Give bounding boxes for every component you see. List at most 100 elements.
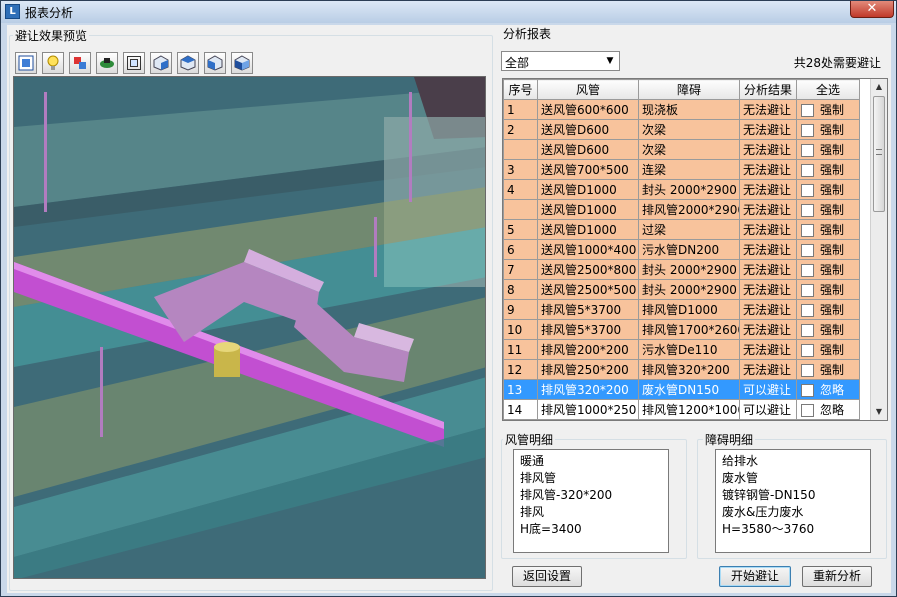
result-cell[interactable]: 可以避让 bbox=[739, 399, 797, 420]
duct-cell[interactable]: 排风管5*3700 bbox=[537, 299, 639, 320]
table-row[interactable]: 14 排风管1000*250 排风管1200*1000 可以避让 忽略 bbox=[503, 399, 860, 420]
duct-cell[interactable]: 送风管D600 bbox=[537, 139, 639, 160]
filter-dropdown[interactable]: 全部 ▼ bbox=[501, 51, 620, 71]
table-row[interactable]: 送风管D600 次梁 无法避让 强制 bbox=[503, 139, 860, 160]
result-cell[interactable]: 无法避让 bbox=[739, 99, 797, 120]
table-row[interactable]: 9 排风管5*3700 排风管D1000 无法避让 强制 bbox=[503, 299, 860, 320]
scrollbar-thumb[interactable] bbox=[873, 96, 885, 212]
column-header-obstacle[interactable]: 障碍 bbox=[638, 79, 740, 100]
table-scrollbar[interactable]: ▲ ▼ bbox=[870, 79, 887, 420]
table-row[interactable]: 4 送风管D1000 封头 2000*2900 无法避让 强制 bbox=[503, 179, 860, 200]
paint-button[interactable] bbox=[69, 52, 91, 74]
result-cell[interactable]: 无法避让 bbox=[739, 319, 797, 340]
duct-cell[interactable]: 送风管2500*800 bbox=[537, 259, 639, 280]
row-checkbox[interactable] bbox=[801, 364, 814, 377]
obstacle-cell[interactable]: 次梁 bbox=[638, 139, 740, 160]
select-cell[interactable]: 强制 bbox=[796, 159, 860, 180]
result-cell[interactable]: 无法避让 bbox=[739, 219, 797, 240]
row-number-cell[interactable]: 12 bbox=[503, 359, 538, 380]
result-cell[interactable]: 无法避让 bbox=[739, 359, 797, 380]
obstacle-cell[interactable]: 排风管1700*2600 bbox=[638, 319, 740, 340]
result-cell[interactable]: 无法避让 bbox=[739, 299, 797, 320]
table-row[interactable]: 送风管D1000 排风管2000*2900 无法避让 强制 bbox=[503, 199, 860, 220]
row-number-cell[interactable]: 6 bbox=[503, 239, 538, 260]
obstacle-cell[interactable]: 封头 2000*2900 bbox=[638, 279, 740, 300]
row-checkbox[interactable] bbox=[801, 324, 814, 337]
row-checkbox[interactable] bbox=[801, 264, 814, 277]
select-cell[interactable]: 强制 bbox=[796, 99, 860, 120]
duct-cell[interactable]: 送风管D600 bbox=[537, 119, 639, 140]
row-number-cell[interactable]: 13 bbox=[503, 379, 538, 400]
obstacle-cell[interactable]: 污水管De110 bbox=[638, 339, 740, 360]
start-avoidance-button[interactable]: 开始避让 bbox=[719, 566, 791, 587]
select-cell[interactable]: 强制 bbox=[796, 259, 860, 280]
table-row[interactable]: 11 排风管200*200 污水管De110 无法避让 强制 bbox=[503, 339, 860, 360]
title-bar[interactable]: L 报表分析 ✕ bbox=[1, 1, 896, 23]
row-checkbox[interactable] bbox=[801, 404, 814, 417]
result-cell[interactable]: 可以避让 bbox=[739, 379, 797, 400]
row-number-cell[interactable]: 9 bbox=[503, 299, 538, 320]
select-cell[interactable]: 强制 bbox=[796, 219, 860, 240]
table-row[interactable]: 5 送风管D1000 过梁 无法避让 强制 bbox=[503, 219, 860, 240]
duct-cell[interactable]: 送风管600*600 bbox=[537, 99, 639, 120]
select-cell[interactable]: 强制 bbox=[796, 179, 860, 200]
view-top-button[interactable] bbox=[177, 52, 199, 74]
column-header-no[interactable]: 序号 bbox=[503, 79, 538, 100]
select-cell[interactable]: 强制 bbox=[796, 239, 860, 260]
select-cell[interactable]: 强制 bbox=[796, 319, 860, 340]
duct-cell[interactable]: 送风管D1000 bbox=[537, 179, 639, 200]
duct-cell[interactable]: 送风管1000*400 bbox=[537, 239, 639, 260]
table-row[interactable]: 8 送风管2500*500 封头 2000*2900 无法避让 强制 bbox=[503, 279, 860, 300]
row-number-cell[interactable]: 10 bbox=[503, 319, 538, 340]
column-header-select-all[interactable]: 全选 bbox=[796, 79, 860, 100]
result-cell[interactable]: 无法避让 bbox=[739, 199, 797, 220]
row-checkbox[interactable] bbox=[801, 144, 814, 157]
select-cell[interactable]: 强制 bbox=[796, 139, 860, 160]
duct-cell[interactable]: 送风管D1000 bbox=[537, 219, 639, 240]
row-number-cell[interactable]: 5 bbox=[503, 219, 538, 240]
row-number-cell[interactable]: 4 bbox=[503, 179, 538, 200]
row-number-cell[interactable]: 8 bbox=[503, 279, 538, 300]
light-button[interactable] bbox=[42, 52, 64, 74]
duct-cell[interactable]: 送风管D1000 bbox=[537, 199, 639, 220]
result-cell[interactable]: 无法避让 bbox=[739, 139, 797, 160]
result-cell[interactable]: 无法避让 bbox=[739, 239, 797, 260]
back-to-settings-button[interactable]: 返回设置 bbox=[512, 566, 582, 587]
obstacle-cell[interactable]: 废水管DN150 bbox=[638, 379, 740, 400]
obstacle-cell[interactable]: 封头 2000*2900 bbox=[638, 259, 740, 280]
table-row[interactable]: 3 送风管700*500 连梁 无法避让 强制 bbox=[503, 159, 860, 180]
obstacle-cell[interactable]: 排风管2000*2900 bbox=[638, 199, 740, 220]
scroll-down-icon[interactable]: ▼ bbox=[871, 404, 887, 420]
duct-cell[interactable]: 送风管2500*500 bbox=[537, 279, 639, 300]
row-checkbox[interactable] bbox=[801, 204, 814, 217]
row-checkbox[interactable] bbox=[801, 304, 814, 317]
obstacle-cell[interactable]: 排风管1200*1000 bbox=[638, 399, 740, 420]
select-cell[interactable]: 强制 bbox=[796, 199, 860, 220]
select-cell[interactable]: 忽略 bbox=[796, 399, 860, 420]
table-row[interactable]: 10 排风管5*3700 排风管1700*2600 无法避让 强制 bbox=[503, 319, 860, 340]
row-checkbox[interactable] bbox=[801, 384, 814, 397]
column-header-result[interactable]: 分析结果 bbox=[739, 79, 797, 100]
obstacle-cell[interactable]: 排风管D1000 bbox=[638, 299, 740, 320]
row-checkbox[interactable] bbox=[801, 344, 814, 357]
select-cell[interactable]: 强制 bbox=[796, 119, 860, 140]
obstacle-cell[interactable]: 次梁 bbox=[638, 119, 740, 140]
result-cell[interactable]: 无法避让 bbox=[739, 179, 797, 200]
column-header-duct[interactable]: 风管 bbox=[537, 79, 639, 100]
row-number-cell[interactable]: 11 bbox=[503, 339, 538, 360]
obstacle-cell[interactable]: 现浇板 bbox=[638, 99, 740, 120]
duct-cell[interactable]: 排风管1000*250 bbox=[537, 399, 639, 420]
result-cell[interactable]: 无法避让 bbox=[739, 259, 797, 280]
obstacle-cell[interactable]: 连梁 bbox=[638, 159, 740, 180]
select-cell[interactable]: 强制 bbox=[796, 299, 860, 320]
view-right-button[interactable] bbox=[231, 52, 253, 74]
row-checkbox[interactable] bbox=[801, 104, 814, 117]
obstacle-cell[interactable]: 过梁 bbox=[638, 219, 740, 240]
view-front-button[interactable] bbox=[150, 52, 172, 74]
duct-cell[interactable]: 排风管320*200 bbox=[537, 379, 639, 400]
result-cell[interactable]: 无法避让 bbox=[739, 119, 797, 140]
row-checkbox[interactable] bbox=[801, 244, 814, 257]
row-number-cell[interactable] bbox=[503, 199, 538, 220]
table-row[interactable]: 12 排风管250*200 排风管320*200 无法避让 强制 bbox=[503, 359, 860, 380]
result-cell[interactable]: 无法避让 bbox=[739, 339, 797, 360]
